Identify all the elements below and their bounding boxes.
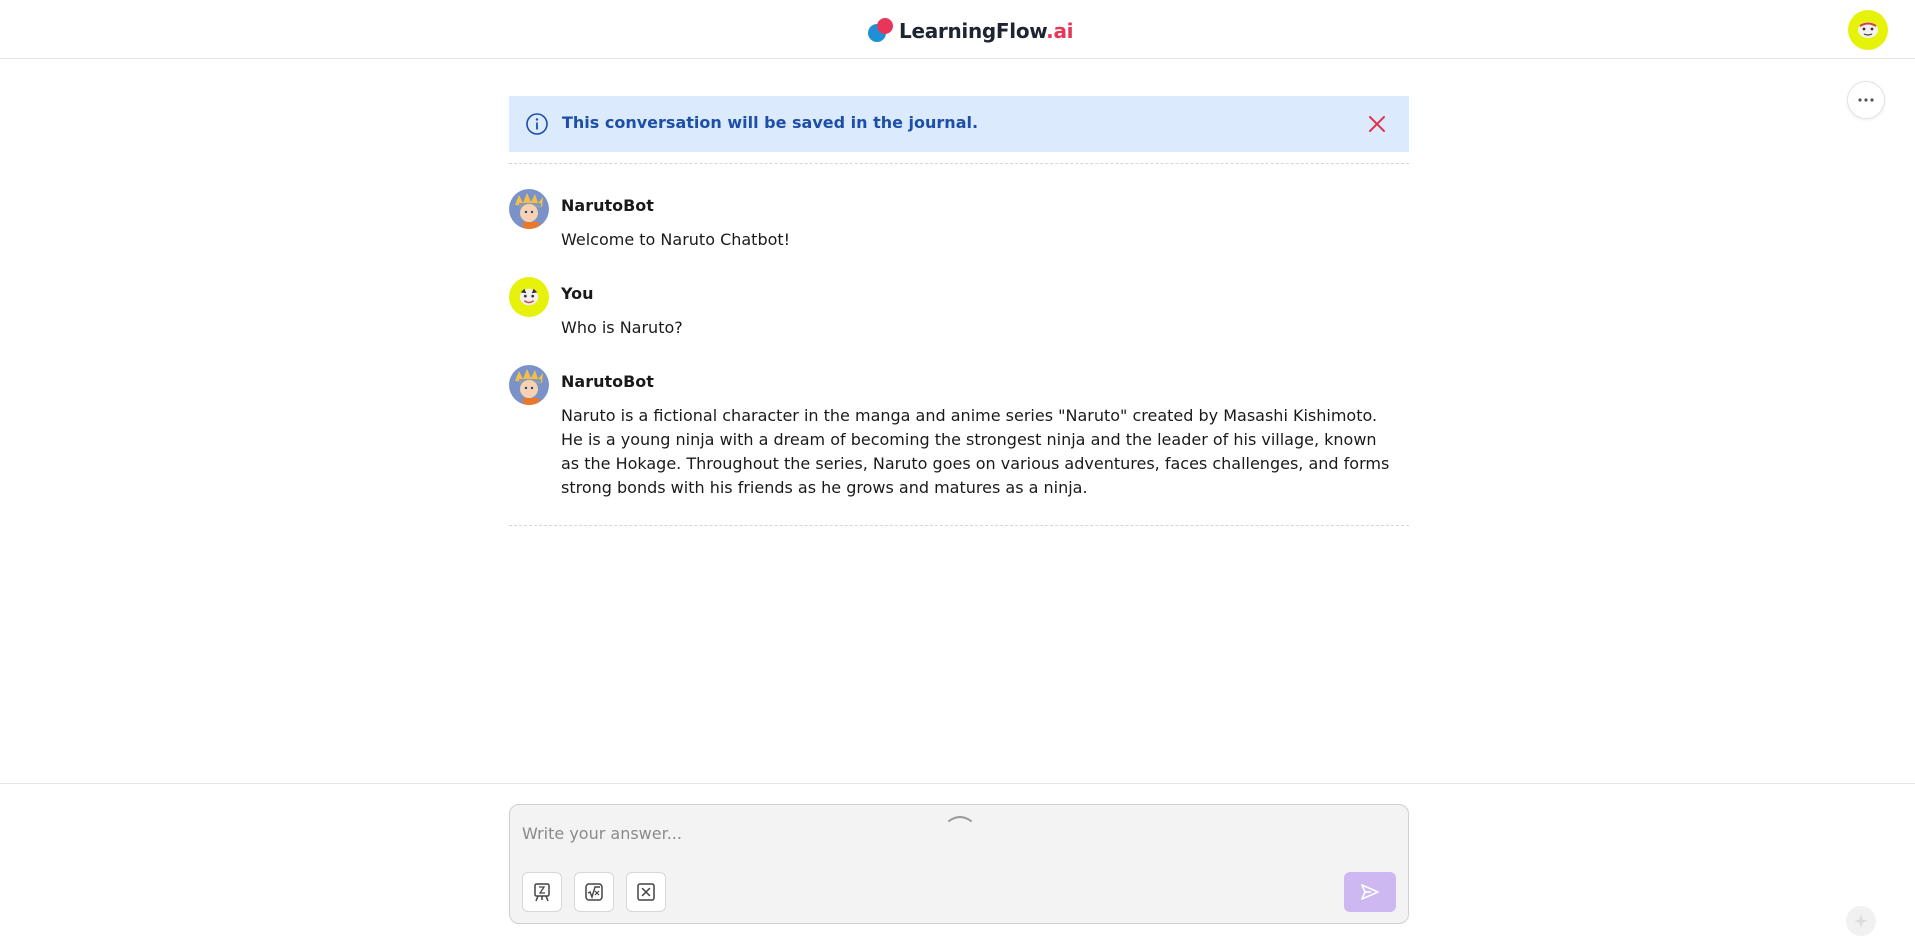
chat-message: NarutoBot Naruto is a fictional characte… (509, 365, 1409, 505)
bot-avatar (509, 189, 549, 229)
logo-mark (867, 18, 893, 44)
divider-top (509, 163, 1409, 164)
more-horizontal-icon (1858, 98, 1874, 102)
chat-message: You Who is Naruto? (509, 277, 1409, 347)
sparkle-icon (1854, 914, 1868, 928)
top-bar: LearningFlow.ai (0, 0, 1915, 59)
user-avatar (509, 277, 549, 317)
message-sender: You (561, 284, 594, 303)
logo-text: LearningFlow.ai (899, 19, 1074, 43)
whiteboard-icon (534, 883, 550, 902)
whiteboard-button[interactable] (522, 872, 562, 912)
chat-message: NarutoBot Welcome to Naruto Chatbot! (509, 189, 1409, 259)
message-sender: NarutoBot (561, 372, 654, 391)
message-text: Welcome to Naruto Chatbot! (561, 230, 791, 249)
more-options-button[interactable] (1847, 81, 1885, 119)
notice-text: This conversation will be saved in the j… (562, 113, 979, 132)
message-text: Naruto is a fictional character in the m… (561, 406, 1390, 497)
user-avatar[interactable] (1848, 10, 1888, 50)
close-icon[interactable] (1365, 112, 1389, 136)
math-formula-icon (585, 883, 603, 901)
answer-composer (509, 804, 1409, 924)
tiger-face-icon (1858, 22, 1878, 38)
clear-box-icon (637, 883, 655, 901)
naruto-avatar-icon (509, 365, 549, 405)
answer-input[interactable] (522, 819, 1382, 847)
send-icon (1361, 884, 1379, 900)
divider-bottom (509, 525, 1409, 526)
info-icon (526, 113, 548, 135)
clear-button[interactable] (626, 872, 666, 912)
math-formula-button[interactable] (574, 872, 614, 912)
message-sender: NarutoBot (561, 196, 654, 215)
naruto-avatar-icon (509, 189, 549, 229)
assistant-sparkle-button[interactable] (1846, 906, 1876, 936)
send-button[interactable] (1344, 872, 1396, 912)
journal-notice-banner: This conversation will be saved in the j… (509, 96, 1409, 152)
logo[interactable]: LearningFlow.ai (867, 16, 1074, 46)
message-text: Who is Naruto? (561, 318, 683, 337)
bot-avatar (509, 365, 549, 405)
tiger-face-icon (519, 288, 539, 306)
